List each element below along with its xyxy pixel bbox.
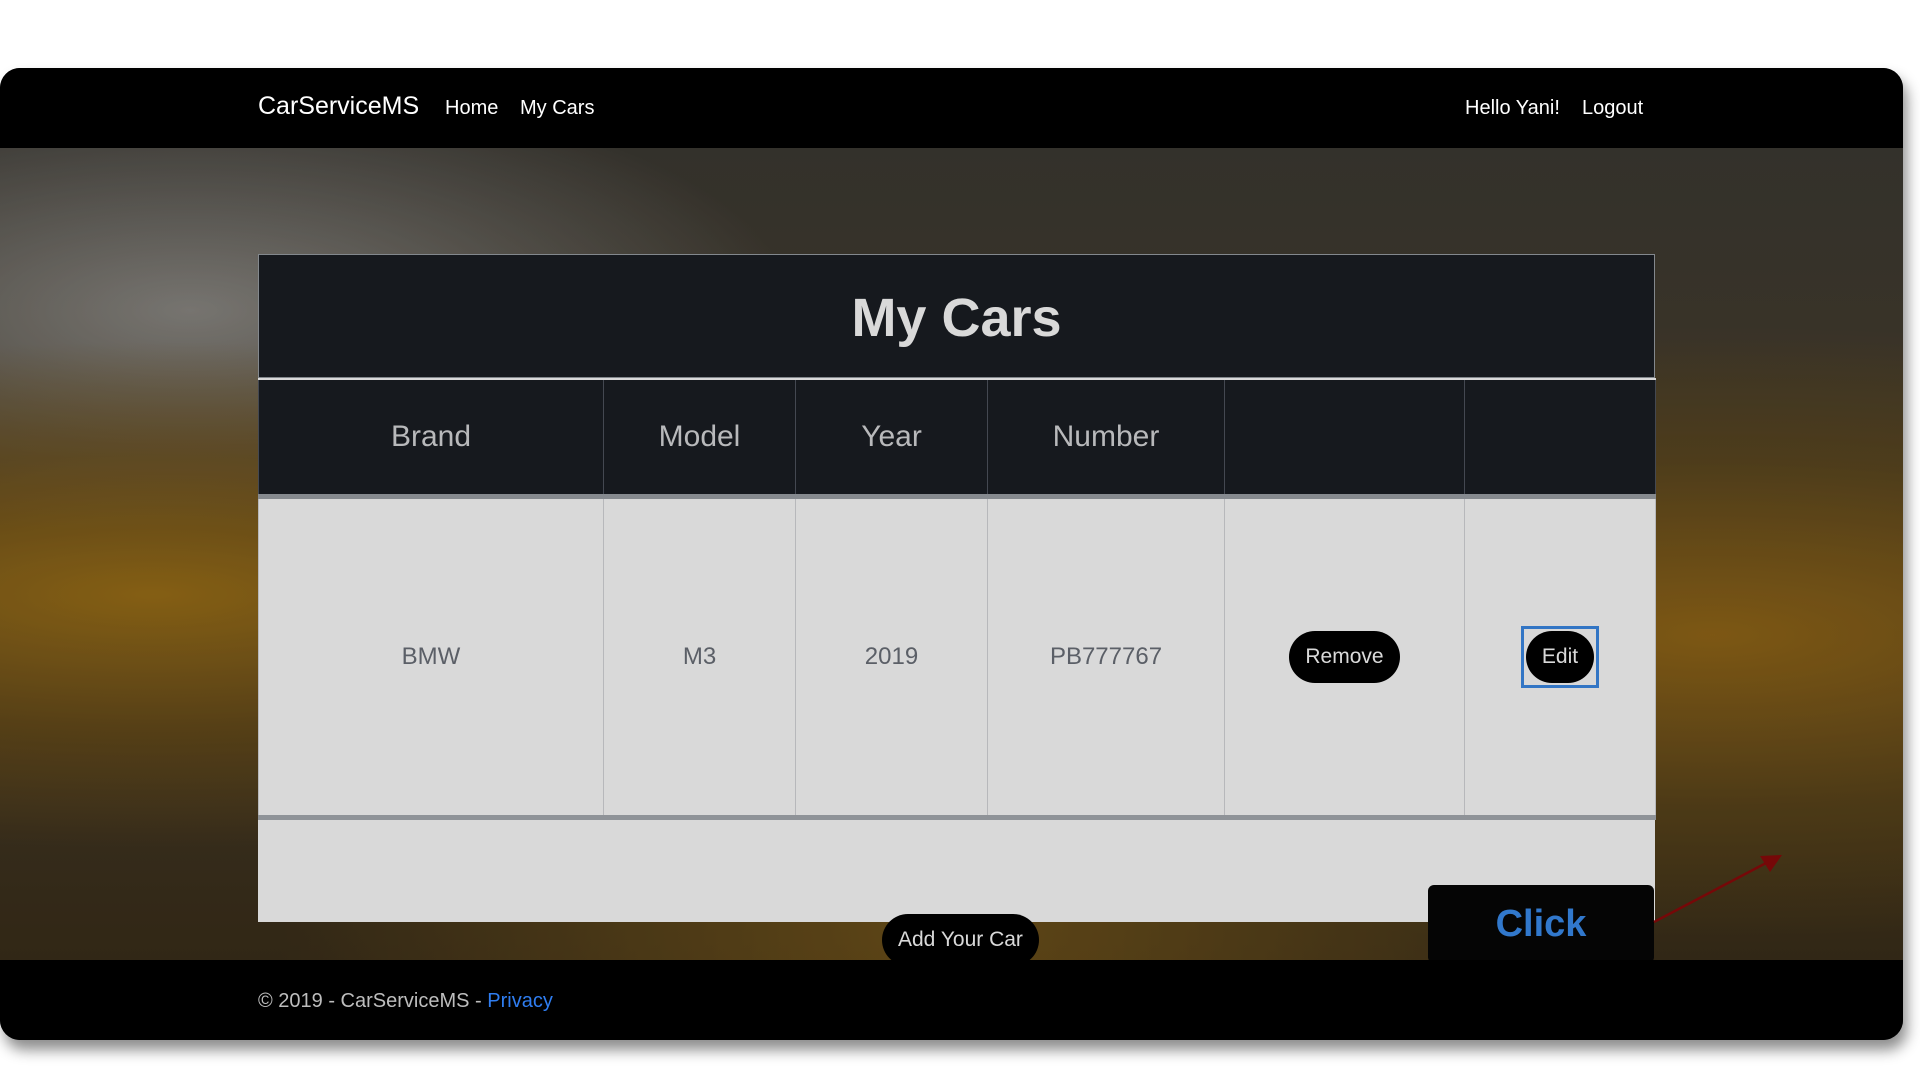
table-header-row: Brand Model Year Number <box>258 378 1656 499</box>
logout-link[interactable]: Logout <box>1582 97 1643 120</box>
click-callout: Click <box>1428 885 1654 963</box>
column-header-brand: Brand <box>258 378 604 499</box>
cell-year: 2019 <box>795 496 988 820</box>
footer-copyright: © 2019 - CarServiceMS - <box>258 990 488 1012</box>
background-image: My Cars Brand Model Year Number BMW M3 2… <box>0 148 1903 966</box>
cars-table: Brand Model Year Number BMW M3 2019 PB77… <box>258 378 1656 820</box>
my-cars-card: My Cars Brand Model Year Number BMW M3 2… <box>258 254 1782 966</box>
cell-model: M3 <box>603 496 796 820</box>
card-header: My Cars <box>258 254 1655 378</box>
nav-my-cars-link[interactable]: My Cars <box>520 97 594 120</box>
browser-window: CarServiceMS Home My Cars Hello Yani! Lo… <box>0 68 1903 1040</box>
privacy-link[interactable]: Privacy <box>487 990 553 1012</box>
footer-text: © 2019 - CarServiceMS - Privacy <box>258 990 553 1013</box>
cell-remove: Remove <box>1224 496 1465 820</box>
cell-edit: Edit <box>1464 496 1656 820</box>
table-row: BMW M3 2019 PB777767 Remove Edit <box>258 496 1656 820</box>
add-car-button[interactable]: Add Your Car <box>882 914 1039 966</box>
top-navbar: CarServiceMS Home My Cars Hello Yani! Lo… <box>0 68 1903 148</box>
column-header-year: Year <box>795 378 988 499</box>
user-greeting-link[interactable]: Hello Yani! <box>1465 97 1560 120</box>
callout-text: Click <box>1495 902 1587 945</box>
column-header-model: Model <box>603 378 796 499</box>
callout-arrow-icon <box>1653 855 1782 924</box>
edit-button[interactable]: Edit <box>1525 631 1595 683</box>
footer: © 2019 - CarServiceMS - Privacy <box>0 960 1903 1040</box>
column-header-number: Number <box>987 378 1225 499</box>
column-header-edit <box>1464 378 1656 499</box>
cell-number: PB777767 <box>987 496 1225 820</box>
page-title: My Cars <box>851 288 1062 348</box>
remove-button[interactable]: Remove <box>1289 631 1400 683</box>
nav-home-link[interactable]: Home <box>445 97 498 120</box>
edit-highlight-box: Edit <box>1520 626 1600 688</box>
cell-brand: BMW <box>258 496 604 820</box>
column-header-remove <box>1224 378 1465 499</box>
brand-link[interactable]: CarServiceMS <box>258 92 419 121</box>
